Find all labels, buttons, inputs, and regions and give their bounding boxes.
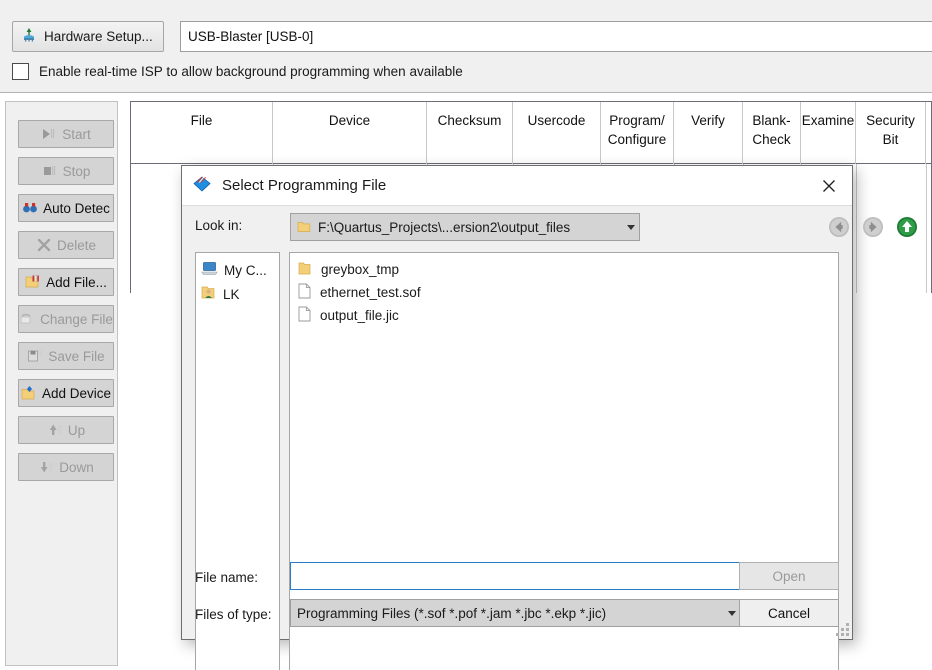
table-column-header[interactable]: Blank- Check bbox=[743, 102, 801, 164]
auto-detect-icon bbox=[22, 200, 38, 216]
look-in-row: Look in: F:\Quartus_Projects\...ersion2\… bbox=[182, 207, 917, 249]
table-column-divider bbox=[926, 164, 927, 293]
sidebar-button-label: Add File... bbox=[46, 274, 107, 290]
table-column-header[interactable]: Examine bbox=[801, 102, 856, 164]
sidebar-button-label: Down bbox=[59, 459, 94, 475]
sidebar-button-up[interactable]: Up bbox=[18, 416, 114, 444]
files-of-type-combo[interactable]: Programming Files (*.sof *.pof *.jam *.j… bbox=[290, 599, 742, 627]
forward-icon[interactable] bbox=[861, 215, 885, 239]
quartus-logo-icon bbox=[192, 174, 212, 197]
place-item-label: LK bbox=[223, 286, 240, 302]
file-list-item[interactable]: greybox_tmp bbox=[290, 258, 838, 281]
hardware-field[interactable]: USB-Blaster [USB-0] bbox=[180, 21, 932, 52]
sidebar-button-add-file[interactable]: Add File... bbox=[18, 268, 114, 296]
computer-icon bbox=[201, 261, 218, 279]
save-file-icon bbox=[27, 348, 43, 364]
dialog-title-bar: Select Programming File bbox=[182, 166, 852, 206]
realtime-isp-checkbox[interactable] bbox=[12, 63, 29, 80]
sidebar-button-label: Delete bbox=[56, 237, 97, 253]
cancel-button-label: Cancel bbox=[767, 605, 811, 621]
add-file-icon bbox=[25, 274, 41, 290]
file-list-item-label: output_file.jic bbox=[320, 308, 399, 323]
sidebar-button-label: Save File bbox=[48, 348, 105, 364]
sidebar-button-delete[interactable]: Delete bbox=[18, 231, 114, 259]
place-item-label: My C... bbox=[224, 262, 267, 278]
user-folder-icon bbox=[201, 285, 217, 303]
table-column-header[interactable]: File bbox=[131, 102, 273, 164]
sidebar-button-label: Up bbox=[67, 422, 86, 438]
dialog-title: Select Programming File bbox=[222, 177, 387, 194]
document-icon bbox=[298, 283, 311, 302]
open-button[interactable]: Open bbox=[739, 562, 839, 590]
hardware-icon bbox=[21, 27, 37, 46]
start-icon bbox=[41, 126, 57, 142]
hardware-setup-button[interactable]: Hardware Setup... bbox=[12, 21, 164, 52]
sidebar-button-down[interactable]: Down bbox=[18, 453, 114, 481]
resize-grip[interactable] bbox=[836, 623, 849, 636]
files-of-type-label: Files of type: bbox=[195, 607, 272, 622]
hardware-toolbar: Hardware Setup... USB-Blaster [USB-0] En… bbox=[0, 0, 932, 93]
action-button-panel: Start Stop Auto Detec Delete Add File... Chan… bbox=[5, 101, 118, 666]
files-of-type-value: Programming Files (*.sof *.pof *.jam *.j… bbox=[297, 605, 607, 621]
table-column-header[interactable]: Verify bbox=[674, 102, 743, 164]
back-icon[interactable] bbox=[827, 215, 851, 239]
file-list-item-label: greybox_tmp bbox=[321, 262, 400, 277]
delete-icon bbox=[36, 237, 52, 253]
sidebar-button-label: Auto Detec bbox=[43, 200, 110, 216]
sidebar-button-change-file[interactable]: Change File bbox=[18, 305, 114, 333]
chevron-down-icon bbox=[728, 610, 736, 616]
sidebar-button-auto-detec[interactable]: Auto Detec bbox=[18, 194, 114, 222]
sidebar-button-start[interactable]: Start bbox=[18, 120, 114, 148]
sidebar-button-label: Stop bbox=[62, 163, 91, 179]
chevron-down-icon bbox=[627, 224, 635, 230]
folder-icon bbox=[297, 220, 311, 234]
realtime-isp-row[interactable]: Enable real-time ISP to allow background… bbox=[12, 63, 463, 80]
table-column-header[interactable]: Checksum bbox=[427, 102, 513, 164]
change-file-icon bbox=[19, 311, 35, 327]
table-column-header[interactable]: Erase bbox=[926, 102, 932, 164]
hardware-row: Hardware Setup... USB-Blaster [USB-0] bbox=[8, 21, 932, 53]
file-name-label: File name: bbox=[195, 570, 259, 585]
look-in-combo[interactable]: F:\Quartus_Projects\...ersion2\output_fi… bbox=[290, 213, 640, 241]
place-item[interactable]: My C... bbox=[196, 258, 279, 282]
add-device-icon bbox=[21, 385, 37, 401]
cancel-button[interactable]: Cancel bbox=[739, 599, 839, 627]
table-column-header[interactable]: Program/Configure bbox=[601, 102, 674, 164]
sidebar-button-stop[interactable]: Stop bbox=[18, 157, 114, 185]
open-button-label: Open bbox=[772, 568, 806, 584]
quartus-programmer-window: Hardware Setup... USB-Blaster [USB-0] En… bbox=[0, 0, 932, 670]
up-arrow-icon bbox=[47, 422, 63, 438]
look-in-value: F:\Quartus_Projects\...ersion2\output_fi… bbox=[318, 219, 571, 235]
sidebar-button-label: Change File bbox=[40, 311, 113, 327]
hardware-field-value: USB-Blaster [USB-0] bbox=[188, 29, 314, 44]
file-list-item[interactable]: ethernet_test.sof bbox=[290, 281, 838, 304]
sidebar-button-save-file[interactable]: Save File bbox=[18, 342, 114, 370]
sidebar-button-label: Start bbox=[62, 126, 91, 142]
look-in-label: Look in: bbox=[195, 218, 243, 233]
folder-icon bbox=[298, 261, 312, 279]
file-list-item-label: ethernet_test.sof bbox=[320, 285, 421, 300]
sidebar-button-add-device[interactable]: Add Device bbox=[18, 379, 114, 407]
realtime-isp-label: Enable real-time ISP to allow background… bbox=[39, 64, 463, 79]
table-column-header[interactable]: Usercode bbox=[513, 102, 601, 164]
table-column-header[interactable]: Security Bit bbox=[856, 102, 926, 164]
file-list-item[interactable]: output_file.jic bbox=[290, 304, 838, 327]
place-item[interactable]: LK bbox=[196, 282, 279, 306]
hardware-setup-label: Hardware Setup... bbox=[44, 29, 153, 44]
select-programming-file-dialog: Select Programming File Look in: F:\Quar… bbox=[181, 165, 917, 670]
file-name-input[interactable] bbox=[290, 562, 742, 590]
down-arrow-icon bbox=[38, 459, 54, 475]
document-icon bbox=[298, 306, 311, 325]
stop-icon bbox=[42, 163, 58, 179]
table-column-divider bbox=[856, 164, 857, 293]
up-folder-icon[interactable] bbox=[895, 215, 919, 239]
sidebar-button-label: Add Device bbox=[41, 385, 112, 401]
table-column-header[interactable]: Device bbox=[273, 102, 427, 164]
table-header: File Device Checksum Usercode Program/Config… bbox=[131, 102, 931, 164]
close-icon[interactable] bbox=[806, 166, 852, 205]
